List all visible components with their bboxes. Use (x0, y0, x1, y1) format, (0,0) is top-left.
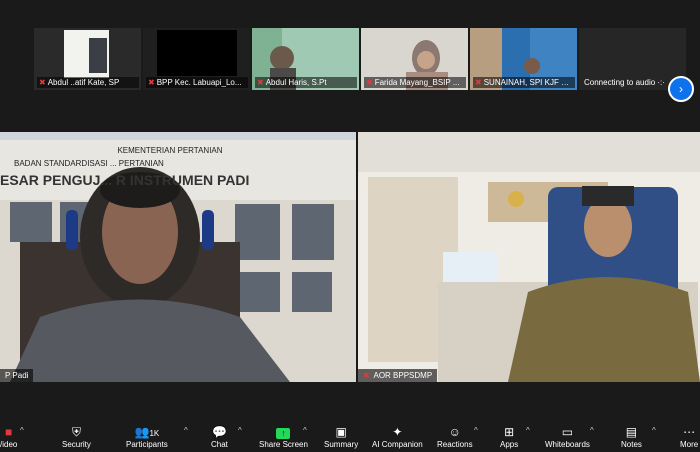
smiley-icon: ☺ (448, 425, 461, 439)
video-options-caret[interactable]: ^ (20, 426, 24, 435)
muted-mic-icon: ✖ (39, 78, 46, 87)
share-options-caret[interactable]: ^ (303, 426, 307, 435)
participant-name: AOR BPPSDMP (373, 371, 433, 380)
sign-line-3: ESAR PENGUJ... R INSTRUMEN PADI (0, 172, 250, 188)
meeting-toolbar: ■/ideo ^ ⛨ Security 👥1K Participants ^ 💬 Ch… (0, 412, 700, 452)
participant-name: P Padi (0, 369, 34, 382)
muted-mic-icon: ✖ (475, 78, 482, 87)
ai-companion-button[interactable]: ✦ AI Companion (372, 424, 423, 449)
muted-mic-icon: ✖ (366, 78, 373, 87)
reactions-options-caret[interactable]: ^ (474, 426, 478, 435)
apps-icon: ⊞ (504, 425, 515, 439)
people-icon: 👥 (134, 425, 150, 439)
participant-name: Abdul Haris, S.Pt (265, 78, 327, 87)
participant-tile[interactable]: ✖ Abdul Haris, S.Pt (252, 28, 359, 90)
chat-icon: 💬 (211, 425, 227, 439)
muted-mic-icon: ✖ (363, 371, 370, 380)
participant-name: Connecting to audio ·:· (584, 78, 665, 87)
notes-button[interactable]: ▤ Notes (621, 424, 642, 449)
reactions-button[interactable]: ☺ Reactions (437, 424, 473, 449)
summary-icon: ▣ (335, 425, 347, 439)
participant-tile[interactable]: ✖ BPP Kec. Labuapi_Lo... (143, 28, 250, 90)
participant-tile[interactable]: ✖ Abdul ..atif Kate, SP (34, 28, 141, 90)
share-screen-icon: ↑ (259, 424, 308, 440)
summary-button[interactable]: ▣ Summary (324, 424, 358, 449)
thumbnail-strip: ✖ Abdul ..atif Kate, SP ✖ BPP Kec. Labuapi… (34, 28, 694, 102)
security-button[interactable]: ⛨ Security (62, 424, 91, 449)
muted-mic-icon: ✖ (257, 78, 264, 87)
share-screen-button[interactable]: ↑ Share Screen (259, 424, 308, 449)
participants-options-caret[interactable]: ^ (184, 426, 188, 435)
participant-name: BPP Kec. Labuapi_Lo... (156, 78, 242, 87)
sign-line-1: KEMENTERIAN PERTANIAN (117, 146, 223, 155)
participant-name: SUNAINAH, SPI KJF D... (483, 78, 574, 87)
video-icon: ■ (5, 425, 13, 439)
shield-icon: ⛨ (71, 425, 81, 439)
sign-line-2: BADAN STANDARDISASI ... PERTANIAN (14, 159, 164, 168)
next-page-button[interactable]: › (668, 76, 694, 102)
more-button[interactable]: ⋯ More (680, 424, 698, 449)
video-tile-right[interactable]: ✖ AOR BPPSDMP (358, 132, 700, 382)
muted-mic-icon: ✖ (148, 78, 155, 87)
whiteboards-button[interactable]: ▭ Whiteboards (545, 424, 590, 449)
notes-icon: ▤ (625, 425, 638, 439)
whiteboard-icon: ▭ (561, 425, 574, 439)
participants-button[interactable]: 👥1K Participants (126, 424, 168, 449)
apps-options-caret[interactable]: ^ (526, 426, 530, 435)
participant-tile[interactable]: ✖ SUNAINAH, SPI KJF D... (470, 28, 577, 90)
chat-options-caret[interactable]: ^ (238, 426, 242, 435)
more-icon: ⋯ (683, 425, 696, 439)
participant-tile[interactable]: ✖ Farida Mayang_BSIP ... (361, 28, 468, 90)
participant-name: Abdul ..atif Kate, SP (47, 78, 120, 87)
video-tile-left[interactable]: KEMENTERIAN PERTANIAN BADAN STANDARDISAS… (0, 132, 356, 382)
video-feed-right (358, 132, 700, 382)
video-feed-left (0, 132, 356, 382)
participant-name: Farida Mayang_BSIP ... (374, 78, 460, 87)
chevron-right-icon: › (679, 82, 683, 96)
notes-options-caret[interactable]: ^ (652, 426, 656, 435)
video-button[interactable]: ■/ideo (0, 424, 17, 449)
chat-button[interactable]: 💬 Chat (211, 424, 228, 449)
whiteboards-options-caret[interactable]: ^ (590, 426, 594, 435)
sparkle-icon: ✦ (392, 425, 403, 439)
apps-button[interactable]: ⊞ Apps (500, 424, 518, 449)
